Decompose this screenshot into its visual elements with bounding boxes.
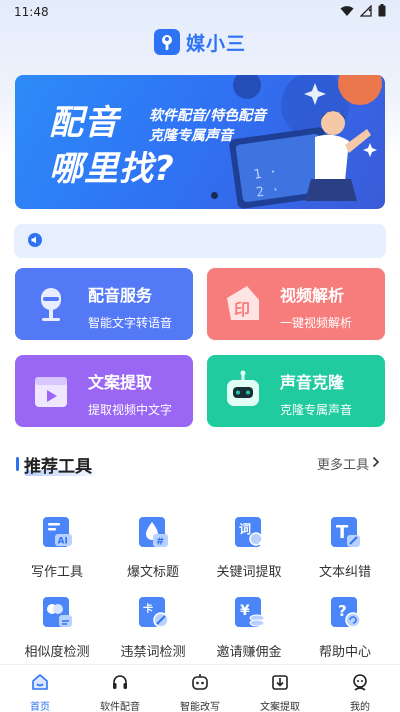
svg-text:#: #: [156, 537, 164, 548]
tool-label: 写作工具: [30, 565, 83, 580]
more-tools-label: 更多工具: [316, 458, 369, 473]
tool-label: 爆文标题: [126, 565, 179, 580]
battery-icon: [378, 4, 386, 20]
banner-tag-2: 克隆专属声音: [149, 128, 233, 144]
tab-label: 软件配音: [100, 702, 140, 712]
tool-label: 帮助中心: [318, 645, 371, 660]
stamp-icon: 印: [221, 282, 265, 326]
tool-label: 关键词提取: [216, 565, 282, 580]
tool-similarity-check[interactable]: 相似度检测: [9, 595, 105, 665]
video-play-icon: [29, 369, 73, 413]
microphone-icon: [29, 282, 73, 326]
card-title: 视频解析: [280, 286, 345, 305]
card-text-extract[interactable]: 文案提取 提取视频中文字: [15, 355, 193, 427]
coin-icon: ¥: [232, 595, 266, 629]
svg-text:AI: AI: [58, 537, 68, 547]
more-tools-link[interactable]: 更多工具: [317, 454, 380, 473]
tool-banned-word-check[interactable]: 卡 违禁词检测: [105, 595, 201, 665]
robot-icon: [221, 369, 265, 413]
svg-text:?: ?: [338, 602, 347, 620]
tool-label: 文本纠错: [318, 565, 371, 580]
svg-text:卡: 卡: [143, 602, 153, 615]
svg-text:词: 词: [239, 522, 251, 536]
text-edit-icon: T: [328, 515, 362, 549]
download-icon: [270, 672, 290, 696]
banner-tag-1: 软件配音/特色配音: [149, 108, 267, 124]
notice-bar[interactable]: [14, 224, 386, 258]
promo-banner[interactable]: 1 · 2 · 配音 哪里找? 软件配音/特色配音 克隆专属声音: [15, 75, 385, 209]
tab-software-dubbing[interactable]: 软件配音: [80, 665, 160, 712]
robot-face-icon: [190, 672, 210, 696]
home-icon: [30, 672, 50, 696]
tool-label: 邀请赚佣金: [216, 645, 282, 660]
tab-label: 首页: [30, 702, 50, 712]
hashtag-drop-icon: #: [136, 515, 170, 549]
user-icon: [350, 672, 370, 696]
status-time: 11:48: [14, 5, 49, 19]
signal-icon: [359, 3, 372, 20]
card-subtitle: 提取视频中文字: [88, 403, 173, 417]
chevron-right-icon: [372, 456, 380, 472]
tool-invite-commission[interactable]: ¥ 邀请赚佣金: [201, 595, 297, 665]
section-accent-bar: [16, 457, 19, 471]
tab-home[interactable]: 首页: [0, 665, 80, 712]
status-icons: [340, 3, 386, 20]
app-name: 媒小三: [185, 32, 246, 55]
tab-label: 智能改写: [180, 702, 220, 712]
speaker-icon: [28, 232, 42, 251]
tab-profile[interactable]: 我的: [320, 665, 400, 712]
app-header: 媒小三: [0, 24, 400, 60]
search-word-icon: 词: [232, 515, 266, 549]
forbidden-icon: 卡: [136, 595, 170, 629]
tool-viral-title[interactable]: # 爆文标题: [105, 515, 201, 585]
svg-text:¥: ¥: [240, 603, 250, 619]
wrench-shield-icon: [153, 29, 180, 55]
section-title: 推荐工具: [24, 457, 92, 477]
tab-text-extract[interactable]: 文案提取: [240, 665, 320, 712]
tool-keyword-extract[interactable]: 词 关键词提取: [201, 515, 297, 585]
carousel-indicator[interactable]: [211, 192, 218, 199]
card-subtitle: 一键视频解析: [280, 316, 353, 330]
card-title: 声音克隆: [280, 373, 345, 392]
status-bar: 11:48: [0, 0, 400, 24]
card-video-parse[interactable]: 印 视频解析 一键视频解析: [207, 268, 385, 340]
tool-label: 违禁词检测: [120, 645, 186, 660]
ai-doc-icon: AI: [40, 515, 74, 549]
card-voice-clone[interactable]: 声音克隆 克隆专属声音: [207, 355, 385, 427]
tool-text-correct[interactable]: T 文本纠错: [297, 515, 393, 585]
banner-headline-1: 配音: [49, 103, 119, 143]
banner-headline-2: 哪里找?: [49, 149, 175, 189]
tool-writing[interactable]: AI 写作工具: [9, 515, 105, 585]
compare-icon: [40, 595, 74, 629]
help-icon: ?: [328, 595, 362, 629]
tab-label: 我的: [350, 702, 370, 712]
card-subtitle: 克隆专属声音: [280, 403, 353, 417]
tab-smart-rewrite[interactable]: 智能改写: [160, 665, 240, 712]
card-voice-service[interactable]: 配音服务 智能文字转语音: [15, 268, 193, 340]
headset-icon: [110, 672, 130, 696]
svg-text:印: 印: [234, 300, 250, 319]
tool-help-center[interactable]: ? 帮助中心: [297, 595, 393, 665]
tool-label: 相似度检测: [24, 645, 90, 660]
wifi-icon: [340, 5, 354, 20]
card-title: 配音服务: [88, 286, 153, 305]
card-subtitle: 智能文字转语音: [88, 316, 173, 330]
bottom-tab-bar: 首页 软件配音 智能改写 文案提取 我的: [0, 664, 400, 712]
card-title: 文案提取: [88, 373, 153, 392]
tab-label: 文案提取: [260, 702, 300, 712]
